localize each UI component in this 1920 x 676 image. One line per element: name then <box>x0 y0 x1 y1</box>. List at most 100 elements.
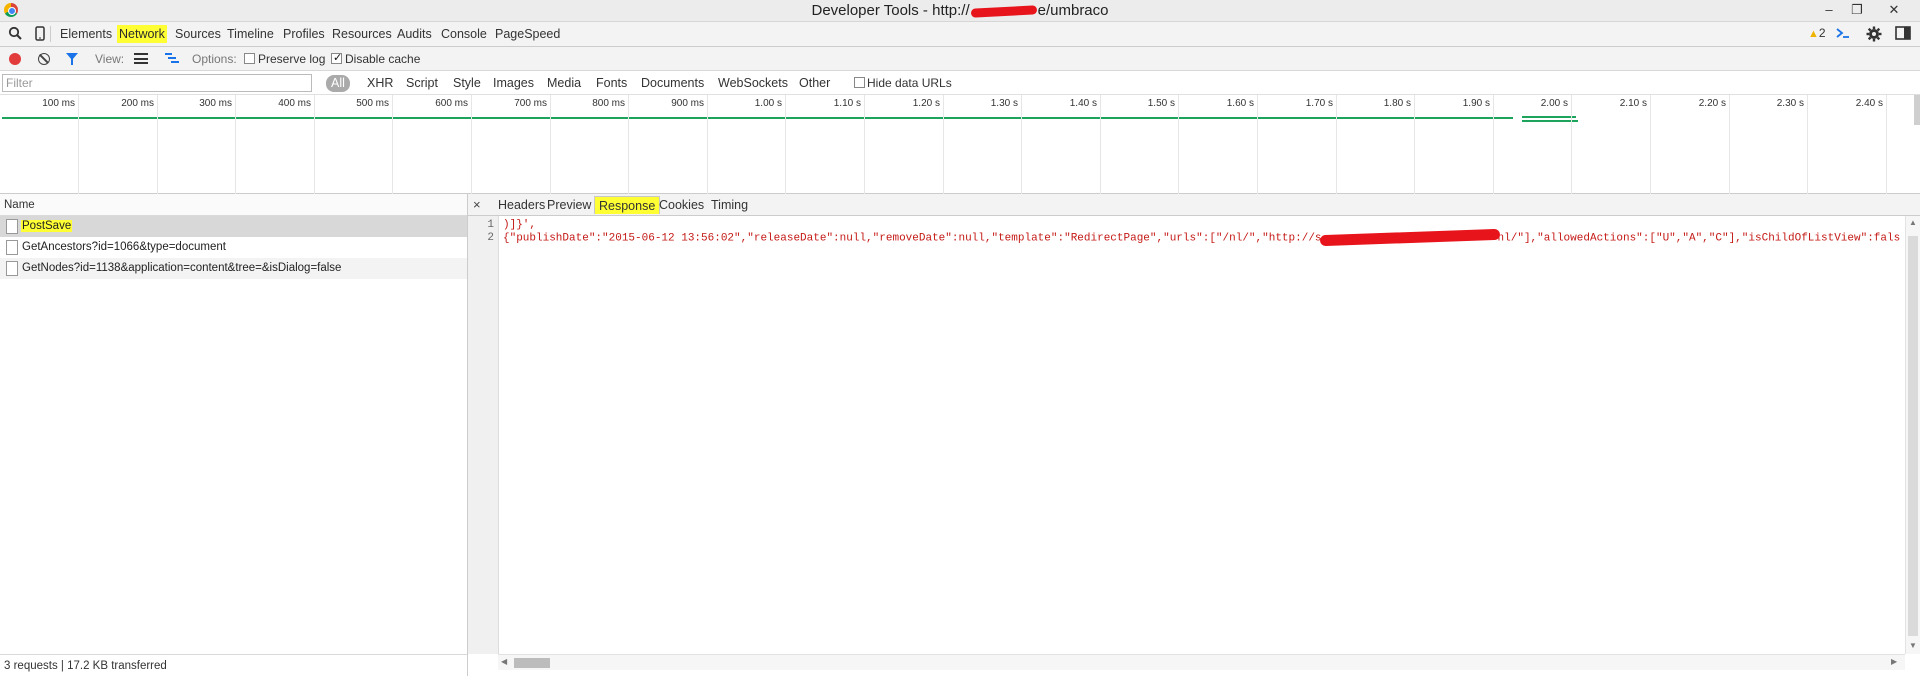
timeline-tick-label: 1.90 s <box>1462 98 1490 109</box>
line-number-gutter: 1 2 <box>468 216 499 654</box>
window-title-suffix: e/umbraco <box>1037 2 1109 19</box>
tab-elements[interactable]: Elements <box>58 25 114 43</box>
timeline-gridline <box>1336 95 1337 194</box>
large-rows-icon[interactable] <box>134 53 148 64</box>
tab-cookies[interactable]: Cookies <box>655 196 708 214</box>
timeline-tick-label: 2.10 s <box>1619 98 1647 109</box>
tab-network[interactable]: Network <box>117 25 167 43</box>
line-number: 2 <box>487 232 494 244</box>
inspect-search-icon[interactable] <box>7 26 23 42</box>
tab-resources[interactable]: Resources <box>330 25 394 43</box>
main-toolbar: Elements Network Sources Timeline Profil… <box>0 22 1920 47</box>
close-details-icon[interactable]: × <box>473 197 481 212</box>
request-row-getnodes[interactable]: GetNodes?id=1138&application=content&tre… <box>0 258 467 279</box>
timeline-tick-label: 1.60 s <box>1226 98 1254 109</box>
record-button[interactable] <box>9 53 21 65</box>
timeline-tick-label: 600 ms <box>435 98 468 109</box>
tab-response[interactable]: Response <box>594 196 661 214</box>
timeline-tick-label: 900 ms <box>671 98 704 109</box>
tab-console[interactable]: Console <box>439 25 489 43</box>
filter-type-documents[interactable]: Documents <box>636 75 709 92</box>
disable-cache-checkbox[interactable] <box>331 51 342 64</box>
settings-gear-icon[interactable] <box>1866 26 1882 42</box>
options-label: Options: <box>192 52 237 66</box>
filter-type-xhr[interactable]: XHR <box>362 75 398 92</box>
timeline-scrollbar[interactable] <box>1914 95 1920 125</box>
filter-input[interactable] <box>2 74 312 92</box>
warnings-count-value: 2 <box>1818 26 1826 40</box>
tab-profiles[interactable]: Profiles <box>281 25 327 43</box>
timeline-gridline <box>314 95 315 194</box>
dock-side-icon[interactable] <box>1895 26 1911 42</box>
timeline-gridline <box>1493 95 1494 194</box>
timeline-tick-label: 800 ms <box>592 98 625 109</box>
timeline-tick-label: 400 ms <box>278 98 311 109</box>
hide-data-urls-checkbox[interactable] <box>854 77 865 88</box>
response-text-part-b: nl/"],"allowedActions":["U","A","C"],"is… <box>1497 232 1901 245</box>
window-title: Developer Tools - http:// e/umbraco <box>0 2 1920 19</box>
timeline-gridline <box>1807 95 1808 194</box>
timeline-gridline <box>1257 95 1258 194</box>
request-row-getancestors[interactable]: GetAncestors?id=1066&type=document <box>0 237 467 258</box>
filter-funnel-icon[interactable] <box>66 53 78 65</box>
title-bar: Developer Tools - http:// e/umbraco – ❐ ✕ <box>0 0 1920 22</box>
scroll-up-icon[interactable]: ▲ <box>1909 218 1917 227</box>
overview-waterfall-icon[interactable] <box>165 53 179 64</box>
timeline-gridline <box>1886 95 1887 194</box>
scroll-right-icon[interactable]: ▶ <box>1891 657 1897 666</box>
response-vertical-scrollbar[interactable]: ▲ ▼ <box>1905 216 1920 654</box>
filter-type-images[interactable]: Images <box>488 75 539 92</box>
warning-icon: ▲ <box>1808 28 1819 40</box>
scroll-thumb[interactable] <box>1908 236 1918 636</box>
filter-type-other[interactable]: Other <box>794 75 835 92</box>
timeline-tick-label: 2.00 s <box>1540 98 1568 109</box>
response-line-2[interactable]: {"publishDate":"2015-06-12 13:56:02","re… <box>503 228 1901 247</box>
timeline-gridline <box>1650 95 1651 194</box>
tab-preview[interactable]: Preview <box>543 196 595 214</box>
filter-type-websockets[interactable]: WebSockets <box>713 75 793 92</box>
timeline-gridline <box>1571 95 1572 194</box>
scroll-left-icon[interactable]: ◀ <box>501 657 507 666</box>
timeline-tick-label: 1.80 s <box>1383 98 1411 109</box>
requests-column-header[interactable]: Name <box>0 194 467 216</box>
preserve-log-checkbox[interactable] <box>244 53 255 64</box>
tab-timing[interactable]: Timing <box>707 196 752 214</box>
device-mode-icon[interactable] <box>32 26 48 42</box>
filter-type-style[interactable]: Style <box>448 75 486 92</box>
line-number: 1 <box>487 219 494 231</box>
filter-type-fonts[interactable]: Fonts <box>591 75 632 92</box>
timeline-tick-label: 500 ms <box>356 98 389 109</box>
timeline-gridline <box>1100 95 1101 194</box>
timeline-gridline <box>628 95 629 194</box>
tab-audits[interactable]: Audits <box>395 25 434 43</box>
clear-icon[interactable] <box>38 53 50 65</box>
request-name: PostSave <box>21 220 73 232</box>
scroll-thumb[interactable] <box>514 658 550 668</box>
timeline-bar-getnodes <box>1522 120 1578 122</box>
timeline-gridline <box>235 95 236 194</box>
scroll-down-icon[interactable]: ▼ <box>1909 641 1917 650</box>
close-window-button[interactable]: ✕ <box>1884 1 1904 19</box>
filter-type-media[interactable]: Media <box>542 75 586 92</box>
timeline-gridline <box>471 95 472 194</box>
timeline-bar-postsave <box>2 117 1513 119</box>
timeline-overview[interactable]: 100 ms 200 ms 300 ms 400 ms 500 ms 600 ms 700 … <box>0 95 1920 194</box>
response-horizontal-scrollbar[interactable]: ◀ ▶ <box>498 654 1905 670</box>
timeline-gridline <box>864 95 865 194</box>
tab-pagespeed[interactable]: PageSpeed <box>493 25 562 43</box>
restore-button[interactable]: ❐ <box>1847 1 1867 19</box>
console-drawer-icon[interactable] <box>1835 26 1851 42</box>
toolbar-separator <box>50 26 51 42</box>
timeline-gridline <box>78 95 79 194</box>
timeline-tick-label: 700 ms <box>514 98 547 109</box>
request-details-pane: × Headers Preview Response Cookies Timin… <box>468 194 1920 676</box>
tab-headers[interactable]: Headers <box>494 196 549 214</box>
filter-type-script[interactable]: Script <box>401 75 443 92</box>
tab-sources[interactable]: Sources <box>173 25 223 43</box>
minimize-button[interactable]: – <box>1819 1 1839 19</box>
warnings-counter[interactable]: ▲2 <box>1808 26 1826 40</box>
filter-type-all[interactable]: All <box>326 75 350 92</box>
response-line-1[interactable]: )]}', <box>503 219 536 231</box>
tab-timeline[interactable]: Timeline <box>225 25 276 43</box>
request-row-postsave[interactable]: PostSave <box>0 216 467 237</box>
